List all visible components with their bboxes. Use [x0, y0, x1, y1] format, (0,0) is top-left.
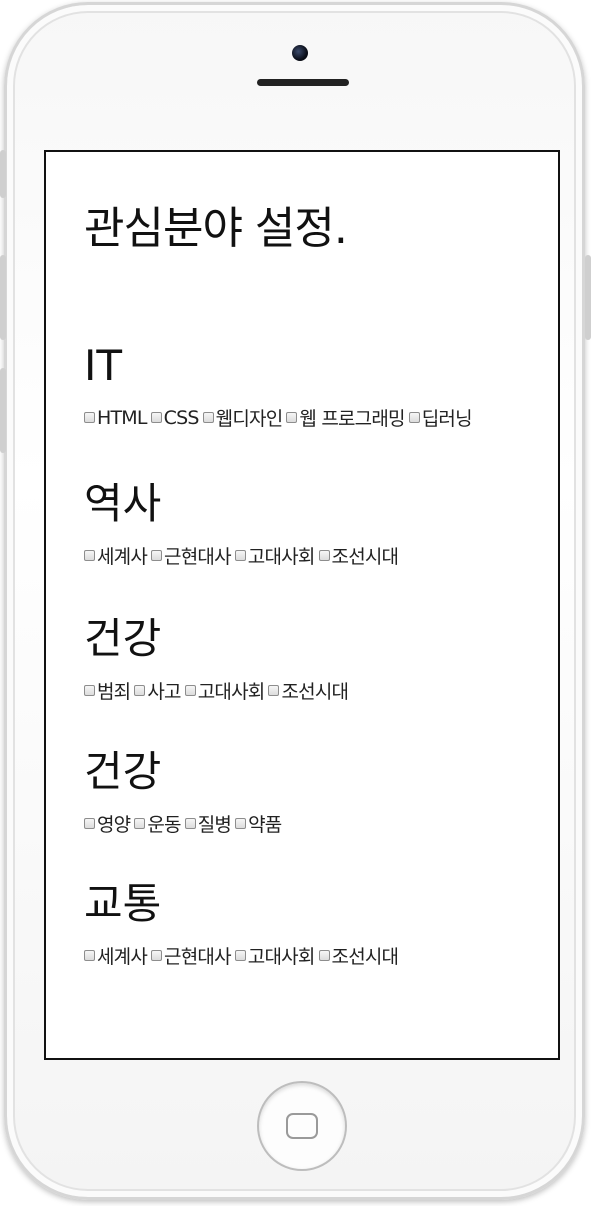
section-health-2: 건강 영양 운동 질병 약품 — [84, 748, 554, 837]
option-deep-learning[interactable]: 딥러닝 — [408, 404, 473, 431]
option-list: 세계사 근현대사 고대사회 조선시대 — [84, 942, 554, 969]
option-label: 약품 — [248, 814, 282, 836]
option-label: CSS — [163, 406, 200, 429]
power-button — [585, 255, 591, 340]
checkbox[interactable] — [134, 685, 146, 696]
section-traffic: 교통 세계사 근현대사 고대사회 조선시대 — [84, 880, 554, 969]
section-heading: 건강 — [84, 614, 162, 663]
option-label: 조선시대 — [281, 681, 349, 703]
option-label: 근현대사 — [164, 546, 232, 568]
option-medicine[interactable]: 약품 — [235, 810, 282, 837]
section-heading: IT — [84, 341, 123, 390]
option-nutrition[interactable]: 영양 — [84, 810, 131, 837]
checkbox[interactable] — [234, 950, 246, 961]
option-joseon[interactable]: 조선시대 — [318, 942, 400, 969]
camera-icon — [292, 45, 308, 61]
option-label: 웹 프로그래밍 — [299, 408, 405, 430]
phone-frame: 관심분야 설정. IT HTML CSS 웹디자인 웹 프로그래밍 딥러닝 역사… — [4, 2, 585, 1200]
option-label: HTML — [97, 406, 147, 429]
home-button-icon[interactable] — [257, 1081, 347, 1171]
checkbox[interactable] — [235, 818, 247, 829]
option-modern-history[interactable]: 근현대사 — [151, 942, 232, 969]
option-web-programming[interactable]: 웹 프로그래밍 — [286, 404, 406, 431]
checkbox[interactable] — [151, 550, 163, 561]
option-ancient-society[interactable]: 고대사회 — [234, 942, 316, 969]
section-it: IT HTML CSS 웹디자인 웹 프로그래밍 딥러닝 — [84, 342, 554, 431]
option-crime[interactable]: 범죄 — [84, 677, 131, 704]
home-square-icon — [286, 1113, 318, 1139]
checkbox[interactable] — [84, 550, 95, 561]
volume-down-button — [0, 368, 6, 453]
option-label: 웹디자인 — [215, 408, 284, 430]
option-modern-history[interactable]: 근현대사 — [151, 542, 232, 569]
checkbox[interactable] — [318, 950, 330, 961]
option-ancient-society[interactable]: 고대사회 — [184, 677, 266, 704]
option-web-design[interactable]: 웹디자인 — [202, 404, 284, 431]
option-label: 세계사 — [97, 546, 148, 568]
option-label: 범죄 — [97, 681, 131, 703]
checkbox[interactable] — [184, 685, 196, 696]
checkbox[interactable] — [268, 685, 280, 696]
option-joseon[interactable]: 조선시대 — [268, 677, 349, 704]
option-label: 근현대사 — [164, 946, 232, 968]
option-label: 조선시대 — [331, 546, 400, 568]
section-history: 역사 세계사 근현대사 고대사회 조선시대 — [84, 480, 554, 569]
option-label: 사고 — [147, 681, 181, 703]
option-label: 고대사회 — [247, 946, 316, 968]
option-list: HTML CSS 웹디자인 웹 프로그래밍 딥러닝 — [84, 404, 554, 431]
checkbox[interactable] — [84, 685, 95, 696]
option-world-history[interactable]: 세계사 — [84, 942, 148, 969]
option-label: 고대사회 — [197, 681, 266, 703]
checkbox[interactable] — [84, 950, 95, 961]
option-label: 고대사회 — [247, 546, 316, 568]
option-list: 범죄 사고 고대사회 조선시대 — [84, 677, 554, 704]
section-heading: 건강 — [84, 747, 162, 796]
option-accident[interactable]: 사고 — [134, 677, 182, 704]
checkbox[interactable] — [408, 412, 420, 423]
mute-switch — [0, 150, 6, 198]
checkbox[interactable] — [202, 412, 214, 423]
option-disease[interactable]: 질병 — [184, 810, 232, 837]
checkbox[interactable] — [286, 412, 298, 423]
checkbox[interactable] — [84, 818, 95, 829]
section-heading: 역사 — [84, 479, 162, 528]
checkbox[interactable] — [134, 818, 146, 829]
option-exercise[interactable]: 운동 — [134, 810, 182, 837]
option-list: 세계사 근현대사 고대사회 조선시대 — [84, 542, 554, 569]
option-world-history[interactable]: 세계사 — [84, 542, 148, 569]
phone-screen: 관심분야 설정. IT HTML CSS 웹디자인 웹 프로그래밍 딥러닝 역사… — [44, 150, 560, 1060]
checkbox[interactable] — [234, 550, 246, 561]
option-ancient-society[interactable]: 고대사회 — [234, 542, 316, 569]
option-label: 조선시대 — [331, 946, 400, 968]
volume-up-button — [0, 255, 6, 340]
option-label: 질병 — [197, 814, 232, 836]
option-label: 영양 — [97, 814, 131, 836]
page-title: 관심분야 설정. — [84, 203, 348, 254]
section-health: 건강 범죄 사고 고대사회 조선시대 — [84, 615, 554, 704]
checkbox[interactable] — [318, 550, 330, 561]
section-heading: 교통 — [84, 879, 162, 928]
checkbox[interactable] — [151, 950, 163, 961]
option-label: 딥러닝 — [421, 408, 473, 430]
checkbox[interactable] — [150, 412, 162, 423]
option-label: 운동 — [147, 814, 181, 836]
option-css[interactable]: CSS — [150, 406, 200, 429]
option-list: 영양 운동 질병 약품 — [84, 810, 554, 837]
option-label: 세계사 — [97, 946, 148, 968]
checkbox[interactable] — [84, 412, 95, 423]
option-html[interactable]: HTML — [84, 407, 147, 429]
option-joseon[interactable]: 조선시대 — [318, 542, 400, 569]
checkbox[interactable] — [184, 818, 196, 829]
speaker-icon — [257, 79, 349, 86]
